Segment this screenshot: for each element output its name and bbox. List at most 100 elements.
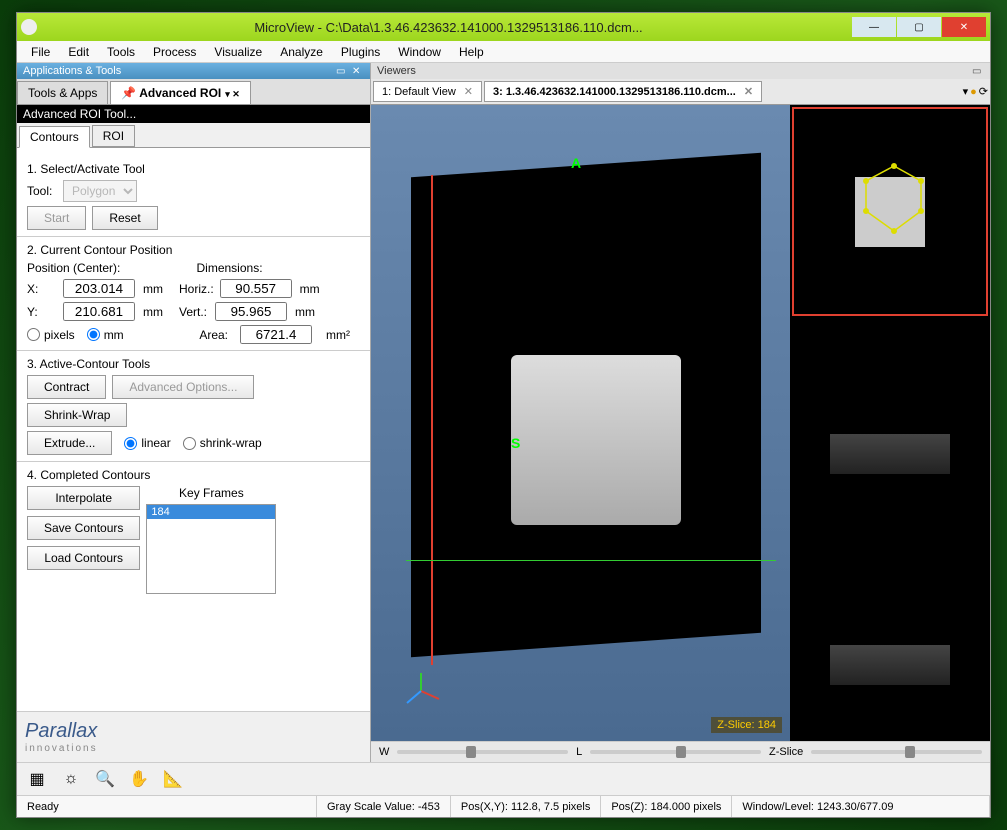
cube-tool-icon[interactable]: ▦ [25, 767, 49, 791]
horiz-label: Horiz.: [179, 282, 214, 296]
x-input[interactable] [63, 279, 135, 298]
app-icon [21, 19, 37, 35]
w-slider[interactable] [397, 750, 568, 754]
titlebar[interactable]: MicroView - C:\Data\1.3.46.423632.141000… [17, 13, 990, 41]
mm-radio[interactable]: mm [87, 328, 124, 342]
tool-select[interactable]: Polygon [63, 180, 137, 202]
tool-tabs: Tools & Apps 📌 Advanced ROI▾ ✕ [17, 79, 370, 105]
y-input[interactable] [63, 302, 135, 321]
red-slice-plane [431, 175, 433, 665]
subtab-roi[interactable]: ROI [92, 125, 135, 147]
x-unit: mm [143, 282, 163, 296]
section4-title: 4. Completed Contours [27, 468, 360, 482]
close-button[interactable]: ✕ [942, 17, 986, 37]
panel-close-icon[interactable]: ✕ [352, 66, 364, 76]
menu-help[interactable]: Help [451, 43, 492, 61]
menu-plugins[interactable]: Plugins [333, 43, 388, 61]
anterior-label: A [571, 155, 581, 171]
keyframes-list[interactable]: 184 [146, 504, 276, 594]
zoom-tool-icon[interactable]: 🔍 [93, 767, 117, 791]
l-slider[interactable] [590, 750, 761, 754]
tab-tools-apps[interactable]: Tools & Apps [17, 81, 108, 104]
pan-tool-icon[interactable]: ✋ [127, 767, 151, 791]
horiz-unit: mm [300, 282, 320, 296]
3d-view[interactable]: A S Z-Slice: 184 [371, 105, 790, 741]
vert-unit: mm [295, 305, 315, 319]
viewer-tab-dropdown-icon[interactable]: ▾ [963, 85, 969, 98]
sagittal-view[interactable] [792, 530, 988, 739]
logo-area: Parallax innovations [17, 711, 370, 762]
start-button[interactable]: Start [27, 206, 86, 230]
status-ready: Ready [17, 796, 317, 817]
x-label: X: [27, 282, 57, 296]
interpolate-button[interactable]: Interpolate [27, 486, 140, 510]
vert-input[interactable] [215, 302, 287, 321]
shrink-wrap-button[interactable]: Shrink-Wrap [27, 403, 127, 427]
area-input[interactable] [240, 325, 312, 344]
tab-advanced-roi[interactable]: 📌 Advanced ROI▾ ✕ [110, 81, 250, 104]
viewer-body: A S Z-Slice: 184 [371, 105, 990, 741]
scan-object [511, 355, 681, 525]
viewers-restore-icon[interactable]: ▭ [972, 66, 984, 76]
viewer-tabs: 1: Default View✕ 3: 1.3.46.423632.141000… [371, 79, 990, 105]
panel-restore-icon[interactable]: ▭ [336, 66, 348, 76]
reset-button[interactable]: Reset [92, 206, 157, 230]
applications-tools-panel: Applications & Tools ▭ ✕ Tools & Apps 📌 … [17, 63, 371, 762]
menu-file[interactable]: File [23, 43, 58, 61]
coronal-view[interactable] [792, 318, 988, 527]
pixels-radio[interactable]: pixels [27, 328, 75, 342]
zslice-label: Z-Slice [769, 746, 803, 758]
linear-radio[interactable]: linear [124, 436, 170, 450]
status-posz: Pos(Z): 184.000 pixels [601, 796, 732, 817]
viewer-refresh-icon[interactable]: ⟳ [979, 85, 988, 98]
contours-panel: 1. Select/Activate Tool Tool: Polygon St… [17, 148, 370, 711]
parallax-logo: Parallax innovations [25, 720, 362, 754]
menu-edit[interactable]: Edit [60, 43, 97, 61]
maximize-button[interactable]: ▢ [897, 17, 941, 37]
keyframes-header: Key Frames [146, 486, 276, 500]
tool-label: Tool: [27, 184, 57, 198]
menu-visualize[interactable]: Visualize [206, 43, 270, 61]
zslice-slider[interactable] [811, 750, 982, 754]
l-label: L [576, 746, 582, 758]
section1-title: 1. Select/Activate Tool [27, 162, 360, 176]
brightness-tool-icon[interactable]: ☼ [59, 767, 83, 791]
close-tab-icon[interactable]: ✕ [744, 85, 753, 98]
menu-window[interactable]: Window [390, 43, 449, 61]
panel-title-label: Applications & Tools [23, 65, 121, 77]
menu-tools[interactable]: Tools [99, 43, 143, 61]
zslice-badge: Z-Slice: 184 [711, 717, 782, 733]
extrude-button[interactable]: Extrude... [27, 431, 112, 455]
shrinkwrap-radio[interactable]: shrink-wrap [183, 436, 262, 450]
viewer-tab-default[interactable]: 1: Default View✕ [373, 81, 482, 102]
section3-title: 3. Active-Contour Tools [27, 357, 360, 371]
polygon-contour [856, 161, 932, 237]
subtabs: Contours ROI [17, 123, 370, 148]
viewer-tools-icon[interactable]: ● [970, 86, 977, 98]
tab-dropdown-icon[interactable]: ▾ ✕ [225, 89, 240, 99]
contract-button[interactable]: Contract [27, 375, 106, 399]
w-label: W [379, 746, 389, 758]
axes-gizmo[interactable] [401, 671, 441, 711]
axial-view[interactable] [792, 107, 988, 316]
minimize-button[interactable]: — [852, 17, 896, 37]
y-unit: mm [143, 305, 163, 319]
save-contours-button[interactable]: Save Contours [27, 516, 140, 540]
keyframe-item[interactable]: 184 [147, 505, 275, 519]
sliders-row: W L Z-Slice [371, 741, 990, 762]
section2-title: 2. Current Contour Position [27, 243, 360, 257]
load-contours-button[interactable]: Load Contours [27, 546, 140, 570]
subtab-contours[interactable]: Contours [19, 126, 90, 148]
viewers-header: Viewers ▭ [371, 63, 990, 79]
horiz-input[interactable] [220, 279, 292, 298]
menubar: File Edit Tools Process Visualize Analyz… [17, 41, 990, 63]
close-tab-icon[interactable]: ✕ [464, 85, 473, 98]
app-window: MicroView - C:\Data\1.3.46.423632.141000… [16, 12, 991, 818]
viewer-tab-dcm[interactable]: 3: 1.3.46.423632.141000.1329513186.110.d… [484, 81, 762, 102]
menu-process[interactable]: Process [145, 43, 204, 61]
menu-analyze[interactable]: Analyze [272, 43, 331, 61]
advanced-options-button[interactable]: Advanced Options... [112, 375, 254, 399]
measure-tool-icon[interactable]: 📐 [161, 767, 185, 791]
area-label: Area: [199, 328, 228, 342]
side-views [790, 105, 990, 741]
